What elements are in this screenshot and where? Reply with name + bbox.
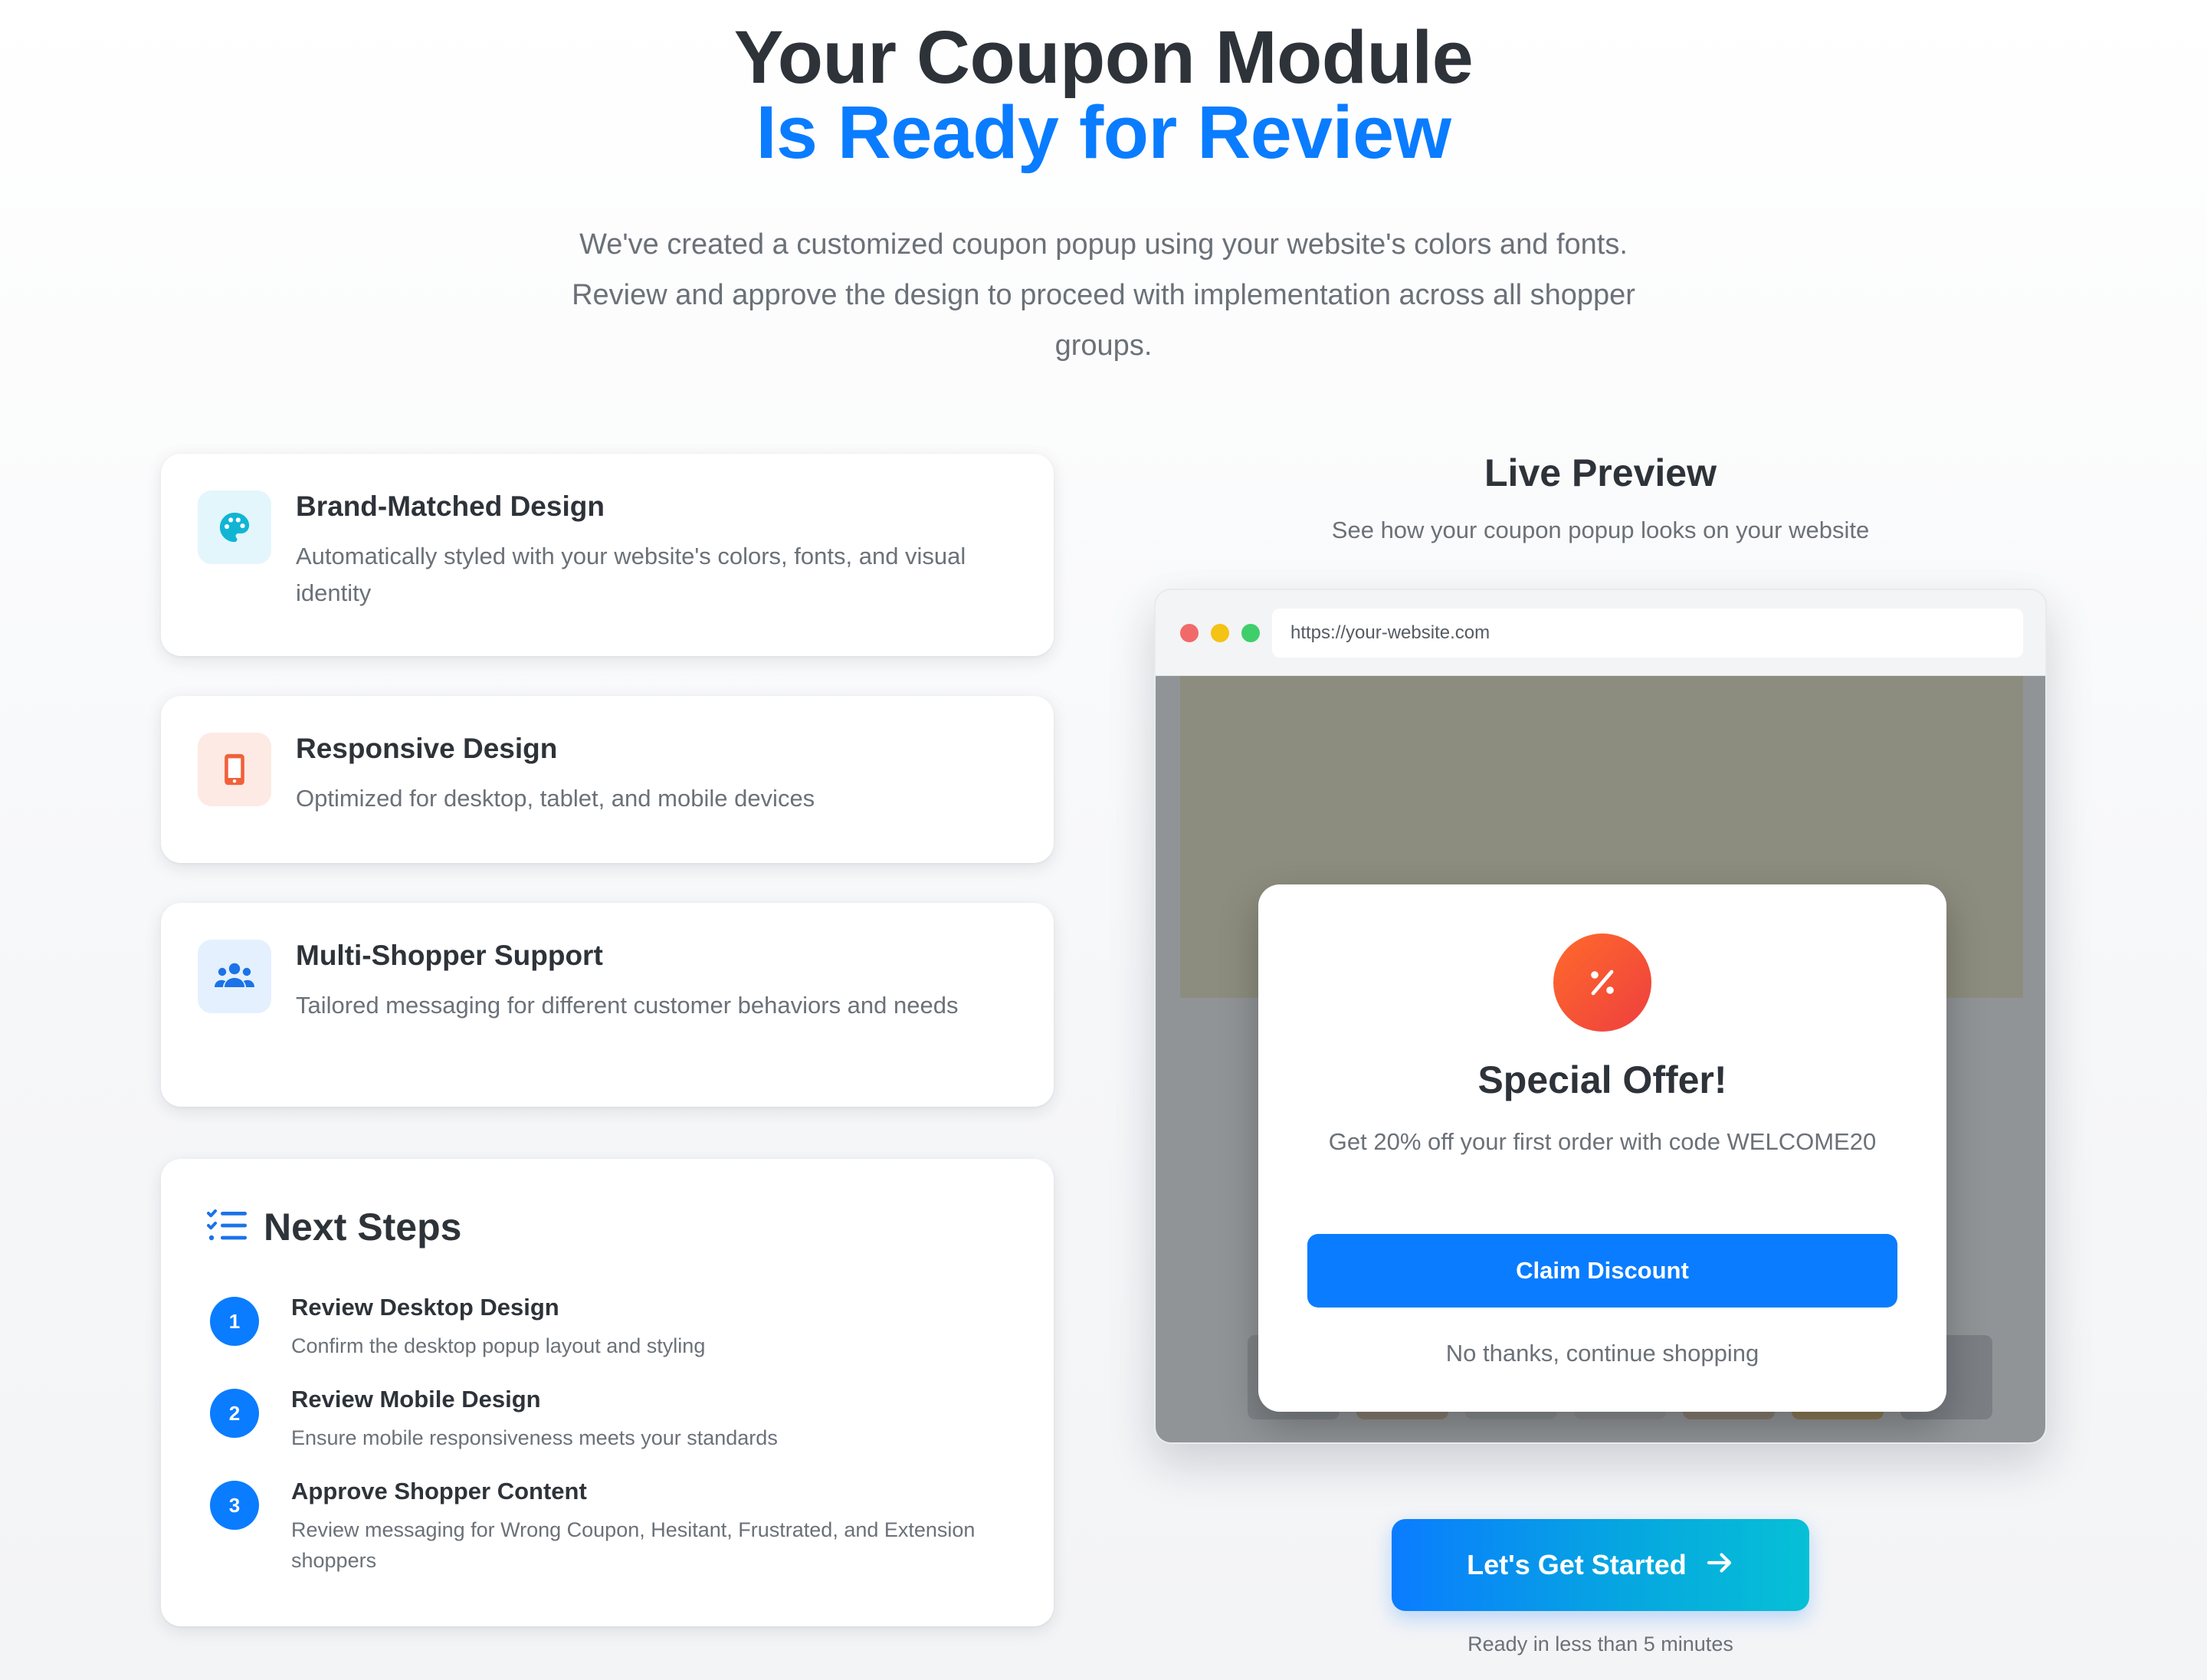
- page-title: Your Coupon Module Is Ready for Review: [0, 0, 2207, 170]
- feature-card-brand-matched: Brand-Matched Design Automatically style…: [161, 454, 1054, 656]
- step-title: Review Mobile Design: [291, 1386, 541, 1413]
- percent-icon: [1553, 934, 1651, 1032]
- get-started-button[interactable]: Let's Get Started: [1392, 1519, 1809, 1611]
- claim-discount-button[interactable]: Claim Discount: [1307, 1234, 1897, 1308]
- step-title: Review Desktop Design: [291, 1294, 559, 1321]
- window-maximize-dot: [1241, 624, 1260, 642]
- browser-chrome: https://your-website.com: [1156, 590, 2045, 676]
- step-number: 2: [210, 1389, 259, 1438]
- popup-title: Special Offer!: [1477, 1058, 1727, 1101]
- arrow-right-icon: [1707, 1549, 1734, 1581]
- feature-description: Optimized for desktop, tablet, and mobil…: [296, 785, 815, 812]
- step-description: Ensure mobile responsiveness meets your …: [291, 1426, 778, 1449]
- get-started-label: Let's Get Started: [1467, 1549, 1687, 1580]
- popup-offer-text: Get 20% off your first order with code W…: [1328, 1128, 1877, 1155]
- website-preview: Special Offer! Get 20% off your first or…: [1156, 676, 2045, 1442]
- feature-description: Tailored messaging for different custome…: [296, 992, 959, 1019]
- live-preview-subtitle: See how your coupon popup looks on your …: [1331, 517, 1870, 543]
- step-description: Confirm the desktop popup layout and sty…: [291, 1334, 706, 1357]
- mobile-icon: [198, 733, 271, 806]
- step-title: Approve Shopper Content: [291, 1478, 587, 1504]
- feature-title: Responsive Design: [296, 733, 558, 764]
- next-steps-title: Next Steps: [264, 1206, 462, 1249]
- step-number: 3: [210, 1481, 259, 1530]
- palette-icon: [198, 491, 271, 564]
- window-minimize-dot: [1211, 624, 1229, 642]
- dismiss-popup-link[interactable]: No thanks, continue shopping: [1258, 1340, 1946, 1367]
- checklist-icon: [207, 1208, 248, 1247]
- next-steps-header: Next Steps: [207, 1205, 461, 1249]
- users-icon: [198, 940, 271, 1013]
- feature-card-responsive: Responsive Design Optimized for desktop,…: [161, 696, 1054, 863]
- live-preview-title: Live Preview: [1484, 451, 1717, 494]
- address-bar: https://your-website.com: [1272, 609, 2023, 658]
- page-subtitle: We've created a customized coupon popup …: [572, 228, 1635, 362]
- coupon-popup: Special Offer! Get 20% off your first or…: [1258, 884, 1946, 1412]
- feature-description: Automatically styled with your website's…: [296, 543, 966, 606]
- next-steps-card: Next Steps 1 Review Desktop Design Confi…: [161, 1159, 1054, 1626]
- step-number: 1: [210, 1297, 259, 1346]
- step-description: Review messaging for Wrong Coupon, Hesit…: [291, 1518, 976, 1572]
- browser-mockup: https://your-website.com Special Offer! …: [1154, 589, 2047, 1444]
- cta-note: Ready in less than 5 minutes: [1468, 1632, 1733, 1655]
- hero-section: Your Coupon Module Is Ready for Review W…: [0, 0, 2207, 371]
- page-title-line1: Your Coupon Module: [733, 15, 1474, 99]
- feature-title: Brand-Matched Design: [296, 491, 605, 522]
- feature-card-multi-shopper: Multi-Shopper Support Tailored messaging…: [161, 903, 1054, 1107]
- feature-title: Multi-Shopper Support: [296, 940, 603, 971]
- page-title-line2: Is Ready for Review: [756, 90, 1451, 174]
- window-close-dot: [1180, 624, 1199, 642]
